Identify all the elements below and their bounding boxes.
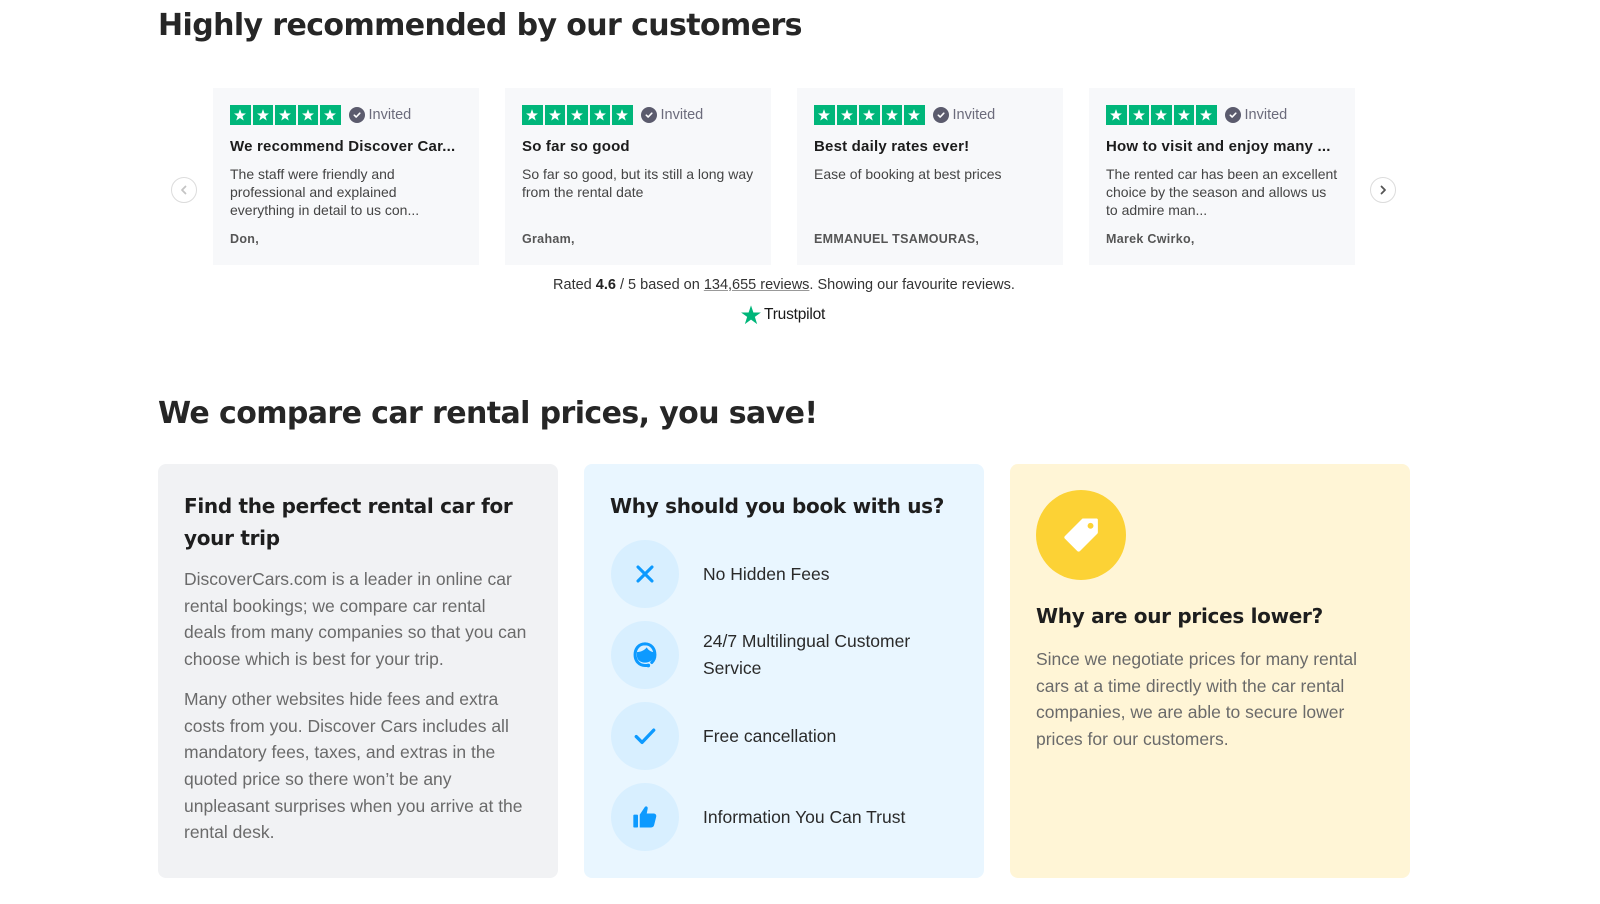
star-icon xyxy=(320,105,341,125)
chevron-right-icon xyxy=(1380,185,1386,195)
review-author: Graham, xyxy=(522,232,575,246)
why-book-card: Why should you book with us? No Hidden F… xyxy=(584,464,984,878)
feature-label: 24/7 Multilingual Customer Service xyxy=(703,631,911,678)
price-tag-icon xyxy=(1036,490,1126,580)
star-icon xyxy=(275,105,296,125)
review-author: Don, xyxy=(230,232,259,246)
invited-label: Invited xyxy=(952,107,996,123)
rating-scale: / 5 based on xyxy=(615,277,704,293)
review-title: Best daily rates ever! xyxy=(814,138,970,155)
rating-score: 4.6 xyxy=(595,277,616,293)
star-icon xyxy=(522,105,543,125)
trustpilot-label: Trustpilot xyxy=(764,306,826,323)
star-icon xyxy=(567,105,588,125)
star-rating xyxy=(230,105,341,125)
feature-label: No Hidden Fees xyxy=(703,563,830,584)
star-icon xyxy=(859,105,880,125)
invited-badge: Invited xyxy=(932,107,996,123)
reviews-section-title: Highly recommended by our customers xyxy=(158,8,803,43)
review-author: Marek Cwirko, xyxy=(1106,232,1195,246)
review-title: So far so good xyxy=(522,138,630,155)
invited-badge: Invited xyxy=(640,107,704,123)
verified-check-icon xyxy=(348,107,365,123)
chevron-left-icon xyxy=(181,185,187,195)
review-card[interactable]: Invited We recommend Discover Car... The… xyxy=(213,88,479,265)
checkmark-icon xyxy=(611,702,679,770)
star-icon xyxy=(1106,105,1127,125)
feature-item: Information You Can Trust xyxy=(611,783,943,851)
review-card[interactable]: Invited Best daily rates ever! Ease of b… xyxy=(797,88,1063,265)
verified-check-icon xyxy=(932,107,949,123)
find-rental-paragraph-1: DiscoverCars.com is a leader in online c… xyxy=(184,569,527,670)
verified-check-icon xyxy=(640,107,657,123)
carousel-prev-button[interactable] xyxy=(171,177,197,203)
review-title: We recommend Discover Car... xyxy=(230,138,456,155)
review-title: How to visit and enjoy many ... xyxy=(1106,138,1331,155)
star-icon xyxy=(836,105,857,125)
trustpilot-star-icon xyxy=(741,305,761,325)
review-author: EMMANUEL TSAMOURAS, xyxy=(814,232,980,246)
invited-badge: Invited xyxy=(348,107,412,123)
rating-prefix: Rated xyxy=(553,277,596,293)
trustpilot-logo[interactable]: Trustpilot xyxy=(740,304,825,326)
feature-label: Free cancellation xyxy=(703,725,837,746)
review-card[interactable]: Invited How to visit and enjoy many ... … xyxy=(1089,88,1355,265)
find-rental-paragraph-2: Many other websites hide fees and extra … xyxy=(184,688,523,843)
star-icon xyxy=(252,105,273,125)
prices-lower-body: Since we negotiate prices for many renta… xyxy=(1036,649,1357,750)
feature-item: Free cancellation xyxy=(611,702,943,770)
star-icon xyxy=(1196,105,1217,125)
invited-badge: Invited xyxy=(1224,107,1288,123)
star-icon xyxy=(1128,105,1149,125)
star-rating xyxy=(814,105,925,125)
prices-lower-card: Why are our prices lower? Since we negot… xyxy=(1010,464,1410,878)
carousel-next-button[interactable] xyxy=(1370,177,1396,203)
rating-suffix: . Showing our favourite reviews. xyxy=(809,277,1015,293)
prices-lower-title: Why are our prices lower? xyxy=(1036,604,1323,628)
rating-summary: Rated 4.6 / 5 based on 134,655 reviews. … xyxy=(0,277,1568,293)
star-icon xyxy=(589,105,610,125)
star-icon xyxy=(297,105,318,125)
star-icon xyxy=(1173,105,1194,125)
invited-label: Invited xyxy=(368,107,412,123)
why-book-title: Why should you book with us? xyxy=(610,494,945,518)
star-rating xyxy=(1106,105,1217,125)
compare-section-title: We compare car rental prices, you save! xyxy=(158,396,818,431)
invited-label: Invited xyxy=(1244,107,1288,123)
star-icon xyxy=(814,105,835,125)
headset-icon xyxy=(611,621,679,689)
star-icon xyxy=(904,105,925,125)
feature-label: Information You Can Trust xyxy=(703,806,906,827)
review-body: So far so good, but its still a long way… xyxy=(522,166,754,200)
invited-label: Invited xyxy=(660,107,704,123)
find-rental-card: Find the perfect rental car for your tri… xyxy=(158,464,558,878)
feature-item: 24/7 Multilingual Customer Service xyxy=(611,621,943,689)
star-icon xyxy=(881,105,902,125)
find-rental-title: Find the perfect rental car for your tri… xyxy=(184,494,513,550)
star-icon xyxy=(544,105,565,125)
reviews-count-link[interactable]: 134,655 reviews xyxy=(704,277,810,293)
verified-check-icon xyxy=(1224,107,1241,123)
star-icon xyxy=(1151,105,1172,125)
star-icon xyxy=(230,105,251,125)
review-body: The rented car has been an excellent cho… xyxy=(1106,166,1338,218)
thumbs-up-icon xyxy=(611,783,679,851)
star-rating xyxy=(522,105,633,125)
review-body: Ease of booking at best prices xyxy=(814,166,1002,182)
star-icon xyxy=(612,105,633,125)
review-body: The staff were friendly and professional… xyxy=(230,166,420,218)
x-icon xyxy=(611,540,679,608)
review-card[interactable]: Invited So far so good So far so good, b… xyxy=(505,88,771,265)
feature-item: No Hidden Fees xyxy=(611,540,943,608)
